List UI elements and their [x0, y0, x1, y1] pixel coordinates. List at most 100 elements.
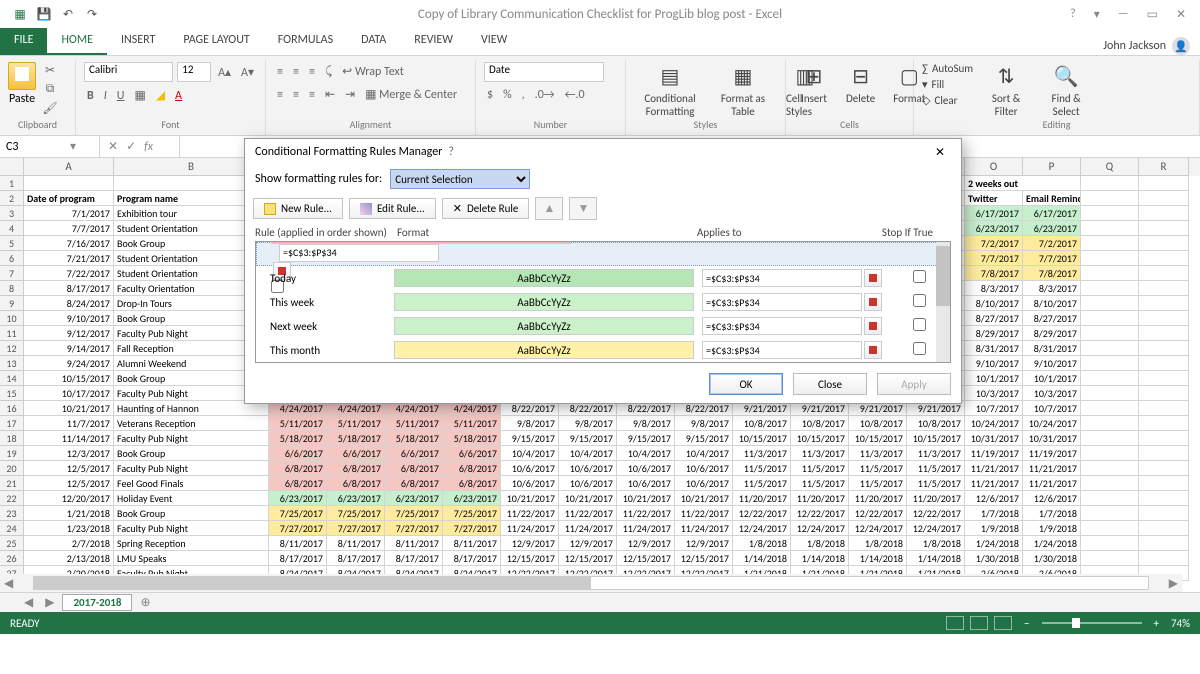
cell[interactable]: 9/10/2017 — [965, 356, 1023, 371]
cell[interactable] — [1081, 341, 1139, 356]
cell[interactable]: 10/3/2017 — [965, 386, 1023, 401]
cell[interactable]: 10/15/2017 — [907, 431, 965, 446]
cell[interactable]: 10/21/2017 — [501, 491, 559, 506]
align-top-icon[interactable]: ≡ — [274, 63, 286, 81]
edit-rule-button[interactable]: Edit Rule... — [349, 198, 436, 219]
cell[interactable]: 10/6/2017 — [501, 476, 559, 491]
delete-cells-button[interactable]: ⊟Delete — [840, 62, 881, 118]
dialog-close-icon[interactable]: ✕ — [929, 145, 951, 160]
cell[interactable]: 11/5/2017 — [849, 476, 907, 491]
cell[interactable]: 7/8/2017 — [1023, 266, 1081, 281]
cell[interactable]: 5/18/2017 — [269, 431, 327, 446]
name-dropdown-icon[interactable]: ▾ — [70, 139, 76, 154]
cell[interactable]: 12/9/2017 — [501, 536, 559, 551]
copy-icon[interactable]: ⧉ — [42, 81, 58, 97]
cell[interactable] — [1081, 551, 1139, 566]
cell[interactable]: 6/23/2017 — [327, 491, 385, 506]
horizontal-scrollbar[interactable]: ◀ ▶ — [0, 574, 1182, 592]
font-color-icon[interactable]: A — [172, 87, 185, 105]
cell[interactable] — [1081, 311, 1139, 326]
cell[interactable] — [1081, 446, 1139, 461]
orientation-icon[interactable]: ⤹ — [322, 63, 335, 81]
cell[interactable]: 9/15/2017 — [559, 431, 617, 446]
minimize-icon[interactable]: — — [1118, 7, 1129, 22]
cell[interactable]: 8/10/2017 — [1023, 296, 1081, 311]
table-row[interactable]: 1912/3/2017Book Group6/6/20176/6/20176/6… — [0, 446, 1200, 461]
cell[interactable] — [1139, 251, 1189, 266]
cell[interactable]: 8/11/2017 — [269, 536, 327, 551]
cell[interactable] — [1139, 506, 1189, 521]
cell[interactable]: 6/8/2017 — [327, 461, 385, 476]
cell[interactable]: Date of program — [24, 191, 114, 206]
zoom-in-icon[interactable]: + — [1154, 617, 1159, 630]
cell[interactable]: 12/9/2017 — [559, 536, 617, 551]
cell[interactable]: 12/24/2017 — [849, 521, 907, 536]
cell[interactable]: 7/27/2017 — [443, 521, 501, 536]
cell[interactable]: 10/24/2017 — [1023, 416, 1081, 431]
cell[interactable]: 7/1/2017 — [24, 206, 114, 221]
cell[interactable]: 7/8/2017 — [965, 266, 1023, 281]
currency-icon[interactable]: $ — [484, 86, 496, 104]
ribbon-tab-file[interactable]: FILE — [0, 27, 47, 55]
table-row[interactable]: 241/23/2018Faculty Pub Night7/27/20177/2… — [0, 521, 1200, 536]
cell[interactable]: 10/21/2017 — [617, 491, 675, 506]
cell[interactable]: 1/8/2018 — [849, 536, 907, 551]
cell[interactable]: 8/17/2017 — [24, 281, 114, 296]
cell[interactable]: 10/6/2017 — [617, 476, 675, 491]
indent-inc-icon[interactable]: ⇥ — [342, 85, 358, 104]
cell[interactable]: 11/20/2017 — [791, 491, 849, 506]
cell[interactable]: 5/18/2017 — [443, 431, 501, 446]
find-select-button[interactable]: 🔍Find & Select — [1039, 62, 1093, 118]
cell[interactable]: 6/8/2017 — [385, 476, 443, 491]
cell[interactable]: 6/23/2017 — [1023, 221, 1081, 236]
cell[interactable]: 10/31/2017 — [965, 431, 1023, 446]
indent-dec-icon[interactable]: ⇤ — [322, 85, 338, 104]
name-box-input[interactable] — [6, 140, 66, 154]
cell[interactable]: 11/21/2017 — [965, 476, 1023, 491]
cell[interactable]: 1/7/2018 — [1023, 506, 1081, 521]
table-row[interactable]: 231/21/2018Book Group7/25/20177/25/20177… — [0, 506, 1200, 521]
font-size-select[interactable]: 12 — [177, 62, 211, 82]
cell[interactable]: 11/5/2017 — [907, 476, 965, 491]
cell[interactable]: 2/13/2018 — [24, 551, 114, 566]
cell[interactable] — [1139, 281, 1189, 296]
cell[interactable]: 8/11/2017 — [385, 536, 443, 551]
cell[interactable] — [1081, 296, 1139, 311]
cell[interactable]: 12/5/2017 — [24, 476, 114, 491]
cell[interactable]: 7/7/2017 — [24, 221, 114, 236]
apply-button[interactable]: Apply — [877, 373, 951, 395]
row-header[interactable]: 4 — [0, 221, 24, 236]
row-header[interactable]: 26 — [0, 551, 24, 566]
row-header[interactable]: 9 — [0, 296, 24, 311]
cell[interactable]: Email Reminder — [1023, 191, 1081, 206]
cell[interactable]: 12/15/2017 — [559, 551, 617, 566]
cell[interactable]: 11/5/2017 — [849, 461, 907, 476]
cell[interactable] — [1081, 356, 1139, 371]
cell[interactable]: 12/24/2017 — [907, 521, 965, 536]
cell[interactable]: 8/11/2017 — [327, 536, 385, 551]
border-icon[interactable]: ▦ — [131, 86, 148, 105]
rule-row[interactable]: Formula: =C3AaBbCcYyZz — [256, 242, 950, 266]
cell[interactable] — [1139, 326, 1189, 341]
cell[interactable]: 7/16/2017 — [24, 236, 114, 251]
cell[interactable]: 7/27/2017 — [385, 521, 443, 536]
cell[interactable] — [1139, 401, 1189, 416]
cell[interactable]: 10/24/2017 — [965, 416, 1023, 431]
range-picker-icon[interactable] — [864, 317, 882, 335]
format-painter-icon[interactable]: 🖌 — [42, 100, 58, 116]
cancel-formula-icon[interactable]: ✕ — [108, 139, 118, 154]
cell[interactable] — [1139, 341, 1189, 356]
cell[interactable]: 6/23/2017 — [269, 491, 327, 506]
cell[interactable]: 9/8/2017 — [559, 416, 617, 431]
cell[interactable]: 1/8/2018 — [733, 536, 791, 551]
page-layout-view-icon[interactable] — [970, 616, 988, 630]
cell[interactable]: 10/4/2017 — [501, 446, 559, 461]
cell[interactable]: 11/5/2017 — [733, 476, 791, 491]
cell[interactable]: 8/17/2017 — [327, 551, 385, 566]
cell[interactable] — [1081, 266, 1139, 281]
cell[interactable] — [1139, 191, 1189, 206]
cell[interactable]: 5/11/2017 — [327, 416, 385, 431]
cell[interactable]: 10/15/2017 — [791, 431, 849, 446]
cell[interactable]: 10/8/2017 — [849, 416, 907, 431]
cell[interactable]: 10/7/2017 — [1023, 401, 1081, 416]
